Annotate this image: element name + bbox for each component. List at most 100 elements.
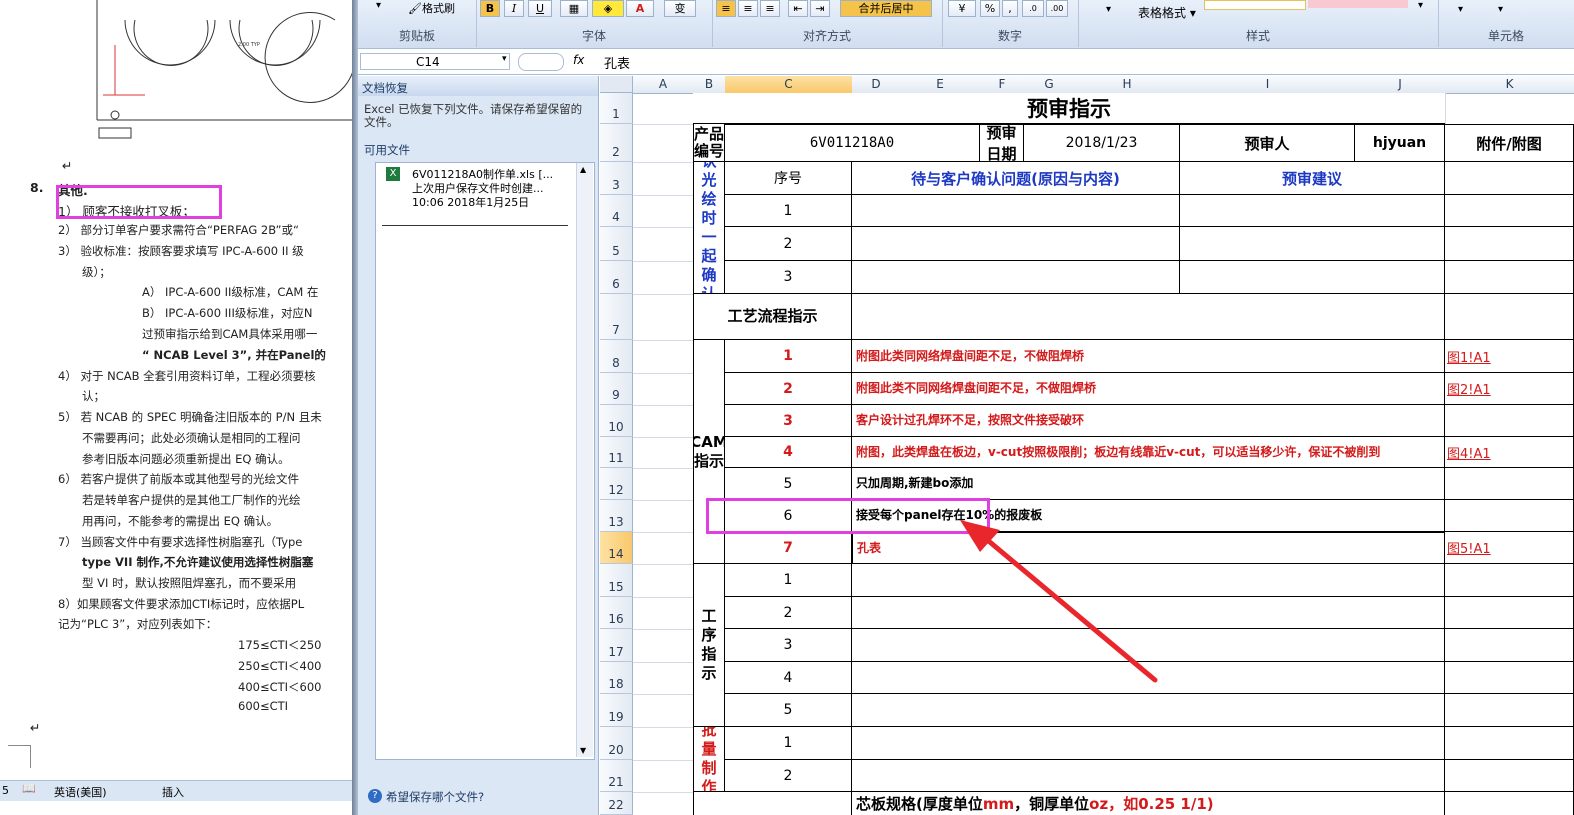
status-mode[interactable]: 插入 <box>162 784 184 800</box>
column-header-h[interactable]: H <box>1074 76 1181 94</box>
suggestion-header[interactable]: 预审建议 <box>1180 162 1445 195</box>
attachment-cell[interactable] <box>1445 261 1574 294</box>
confirm-label[interactable]: 待确认光绘时一起确认问题 <box>693 162 725 294</box>
row-header-22[interactable]: 22 <box>600 792 633 815</box>
percent-button[interactable]: % <box>980 0 1000 17</box>
question-cell[interactable] <box>852 261 1180 294</box>
column-header-k[interactable]: K <box>1445 76 1574 94</box>
reviewer-value[interactable]: hjyuan <box>1355 124 1445 162</box>
align-left-button[interactable]: ≡ <box>716 0 736 17</box>
cam-item-num[interactable]: 3 <box>725 405 852 437</box>
suggestion-cell[interactable] <box>1180 227 1445 261</box>
review-date-value[interactable]: 2018/1/23 <box>1024 124 1180 162</box>
attachment-cell[interactable] <box>1445 195 1574 227</box>
recovered-file-item[interactable]: X 6V011218A0制作单.xls [... 上次用户保存文件时创建... … <box>376 163 576 223</box>
attachment-cell[interactable] <box>1445 564 1574 597</box>
attachment-cell[interactable] <box>1445 629 1574 662</box>
row-header-2[interactable]: 2 <box>600 124 633 162</box>
cam-item-num[interactable]: 7 <box>725 532 852 564</box>
help-icon[interactable]: ? <box>368 789 382 803</box>
row-header-5[interactable]: 5 <box>600 227 633 261</box>
step-seq[interactable]: 1 <box>725 564 852 597</box>
spreadsheet-grid[interactable]: ABCDEFGHIJK 1 2 3 4 5 6 7 8 9 10 11 12 13 14 15 16 17 18 1… <box>600 76 1574 815</box>
cam-item-text[interactable]: 附图此类同网络焊盘间距不足，不做阻焊桥 <box>852 340 1445 373</box>
fill-color-button[interactable]: ◈ <box>592 0 624 17</box>
seq-cell[interactable]: 2 <box>725 227 852 261</box>
cam-item-link[interactable] <box>1445 468 1574 500</box>
row-header-7[interactable]: 7 <box>600 294 633 340</box>
core-spec-text[interactable]: 芯板规格(厚度单位 mm ，铜厚单位 oz ，如0.25 1/1) <box>852 792 1445 815</box>
review-date-label[interactable]: 预审日期 <box>980 124 1024 162</box>
formula-input[interactable]: 孔表 <box>604 53 630 72</box>
paste-dropdown-icon[interactable]: ▾ <box>376 0 381 11</box>
style-bad-swatch[interactable] <box>1308 0 1408 8</box>
step-content[interactable] <box>852 564 1445 597</box>
row-header-20[interactable]: 20 <box>600 727 633 760</box>
table-format-button[interactable]: 表格格式 ▾ <box>1138 4 1196 21</box>
insert-dropdown-icon[interactable]: ▾ <box>1458 4 1463 15</box>
suggestion-cell[interactable] <box>1180 195 1445 227</box>
select-all-corner[interactable] <box>600 76 633 93</box>
row-header-1[interactable]: 1 <box>600 93 633 124</box>
row-header-10[interactable]: 10 <box>600 405 633 437</box>
row-header-3[interactable]: 3 <box>600 162 633 195</box>
seq-label[interactable]: 序号 <box>725 162 852 195</box>
attachment-label[interactable]: 附件/附图 <box>1445 124 1574 162</box>
attachment-cell[interactable] <box>1445 760 1574 792</box>
row-header-12[interactable]: 12 <box>600 468 633 500</box>
cam-item-text[interactable]: 只加周期,新建bo添加 <box>852 468 1445 500</box>
row-header-9[interactable]: 9 <box>600 373 633 405</box>
decrease-indent-button[interactable]: ⇤ <box>788 0 808 17</box>
step-seq[interactable]: 2 <box>725 597 852 629</box>
cam-item-num[interactable]: 2 <box>725 373 852 405</box>
recovery-help-link[interactable]: 希望保存哪个文件? <box>386 789 484 805</box>
file-list-scrollbar[interactable]: ▲ ▼ <box>576 163 593 757</box>
scroll-down-icon[interactable]: ▼ <box>580 746 586 755</box>
step-content[interactable] <box>852 597 1445 629</box>
phonetic-button[interactable]: 变 <box>664 0 696 17</box>
cam-item-link[interactable]: 图4!A1 <box>1445 437 1574 468</box>
question-cell[interactable] <box>852 227 1180 261</box>
step-label[interactable]: 工序指示 <box>693 564 725 727</box>
italic-button[interactable]: I <box>504 0 524 17</box>
column-header-f[interactable]: F <box>980 76 1025 94</box>
row-header-13[interactable]: 13 <box>600 500 633 532</box>
question-header[interactable]: 待与客户确认问题(原因与内容) <box>852 162 1180 195</box>
decrease-decimal-button[interactable]: .00 <box>1046 0 1068 17</box>
cam-item-text[interactable]: 附图，此类焊盘在板边，v-cut按照极限削；板边有线靠近v-cut，可以适当移少… <box>852 437 1445 468</box>
name-box-dropdown-icon[interactable]: ▾ <box>502 54 507 64</box>
cam-item-text[interactable]: 附图此类不同网络焊盘间距不足，不做阻焊桥 <box>852 373 1445 405</box>
row-header-6[interactable]: 6 <box>600 261 633 294</box>
batch-seq[interactable]: 1 <box>725 727 852 760</box>
row-header-19[interactable]: 19 <box>600 694 633 727</box>
status-language[interactable]: 英语(美国) <box>54 784 107 800</box>
scroll-up-icon[interactable]: ▲ <box>580 165 586 174</box>
row-header-14[interactable]: 14 <box>600 532 633 564</box>
step-content[interactable] <box>852 694 1445 727</box>
merge-center-button[interactable]: 合并后居中 <box>840 0 932 17</box>
process-label[interactable]: 工艺流程指示 <box>693 294 852 340</box>
format-painter-button[interactable]: 🖌格式刷 <box>408 0 455 16</box>
reviewer-label[interactable]: 预审人 <box>1180 124 1355 162</box>
step-seq[interactable]: 3 <box>725 629 852 662</box>
suggestion-cell[interactable] <box>1180 261 1445 294</box>
row-header-11[interactable]: 11 <box>600 437 633 468</box>
cam-item-num[interactable]: 1 <box>725 340 852 373</box>
cam-item-link[interactable]: 图1!A1 <box>1445 340 1574 373</box>
attachment-cell[interactable] <box>1445 162 1574 195</box>
cam-item-num[interactable]: 5 <box>725 468 852 500</box>
column-header-a[interactable]: A <box>633 76 694 94</box>
seq-cell[interactable]: 1 <box>725 195 852 227</box>
row-header-16[interactable]: 16 <box>600 597 633 629</box>
cam-item-num[interactable]: 4 <box>725 437 852 468</box>
bold-button[interactable]: B <box>480 0 500 17</box>
step-content[interactable] <box>852 662 1445 694</box>
name-box[interactable]: C14 <box>360 53 510 70</box>
step-content[interactable] <box>852 629 1445 662</box>
attachment-cell[interactable] <box>1445 727 1574 760</box>
column-header-b[interactable]: B <box>693 76 726 94</box>
styles-more-icon[interactable]: ▾ <box>1418 0 1423 11</box>
increase-decimal-button[interactable]: .0 <box>1022 0 1044 17</box>
attachment-cell[interactable] <box>1445 662 1574 694</box>
attachment-cell[interactable] <box>1445 294 1574 340</box>
